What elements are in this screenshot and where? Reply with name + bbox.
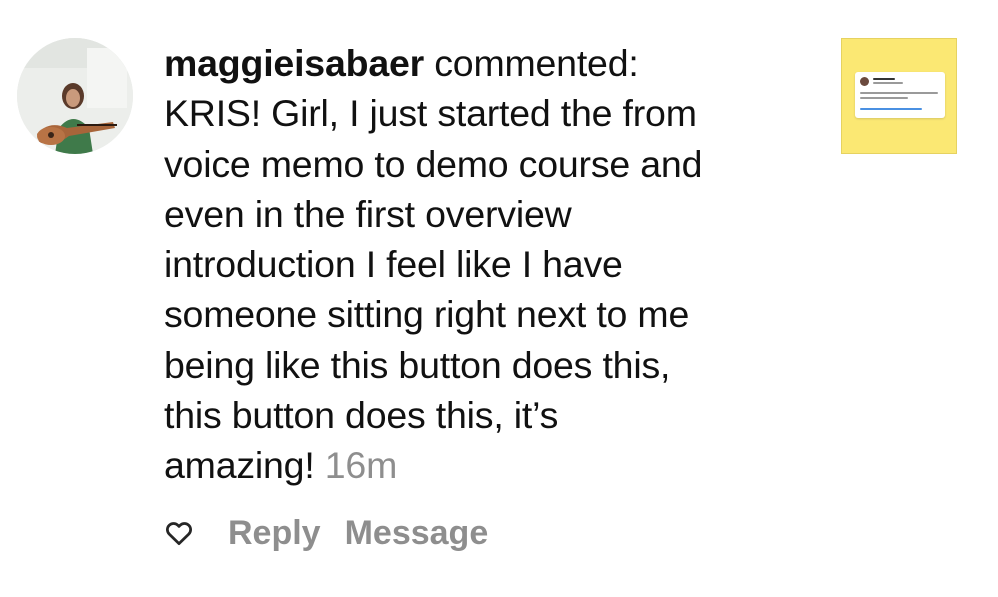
timestamp: 16m (324, 444, 398, 487)
comment-line: this button does this, it’s (164, 394, 559, 437)
comment-line: even in the first overview (164, 192, 572, 235)
comment-line: amazing! (164, 444, 315, 487)
thumbnail-text-line (860, 108, 922, 110)
thumbnail-text-line (860, 97, 908, 99)
post-thumbnail[interactable] (841, 38, 957, 154)
thumbnail-tweet-card (855, 72, 945, 118)
comment-line: being like this button does this, (164, 343, 671, 386)
heart-outline-icon[interactable] (164, 518, 194, 548)
comment-text: maggieisabaer commented: KRIS! Girl, I j… (164, 38, 824, 491)
comment-line: voice memo to demo course and (164, 142, 703, 185)
thumbnail-text-line (873, 78, 895, 80)
comment-line: introduction I feel like I have (164, 243, 623, 286)
comment-actions: Reply Message (164, 508, 512, 558)
avatar-photo (17, 38, 133, 154)
comment-line: someone sitting right next to me (164, 293, 690, 336)
message-button[interactable]: Message (345, 514, 489, 553)
reply-button[interactable]: Reply (228, 514, 321, 553)
thumbnail-text-line (860, 92, 938, 94)
thumbnail-text-line (873, 82, 903, 84)
username-link[interactable]: maggieisabaer (164, 42, 424, 84)
user-avatar[interactable] (17, 38, 133, 154)
comment-action-label: commented: (434, 42, 639, 84)
thumbnail-avatar (860, 77, 869, 86)
comment-line: KRIS! Girl, I just started the from (164, 92, 697, 135)
comment-notification: maggieisabaer commented: KRIS! Girl, I j… (0, 0, 998, 597)
